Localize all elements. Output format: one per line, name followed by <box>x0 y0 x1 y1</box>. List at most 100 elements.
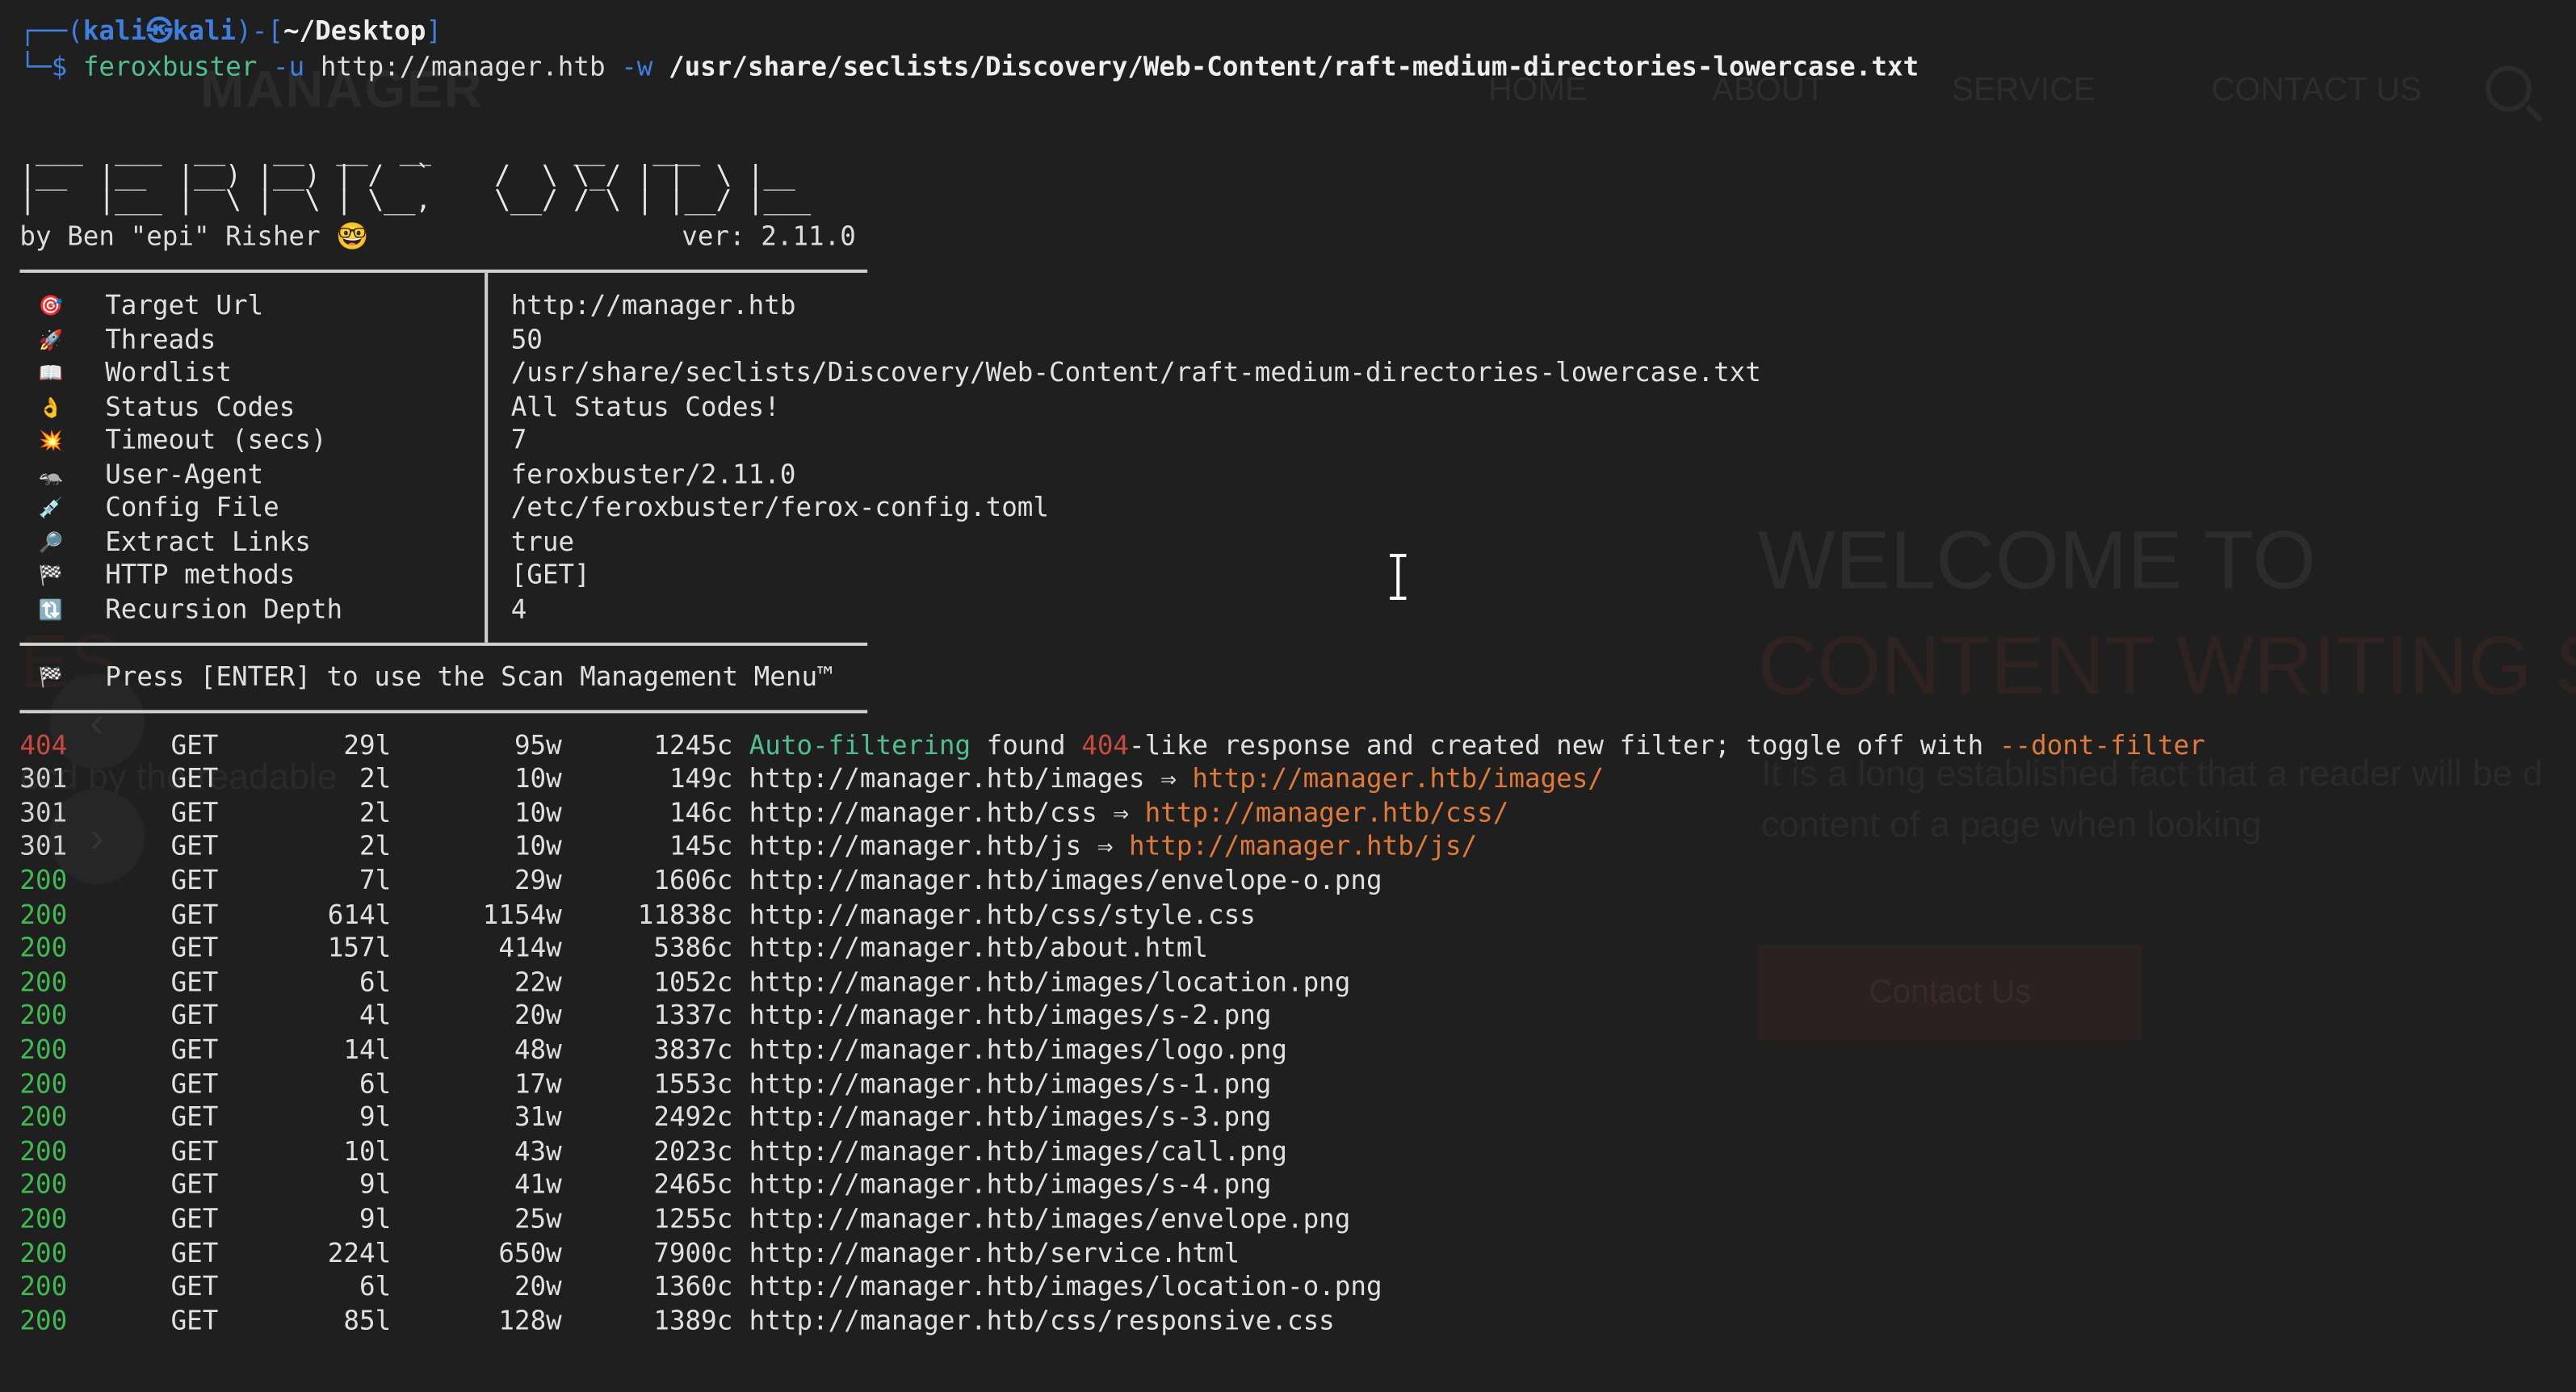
config-label: Extract Links <box>105 525 311 556</box>
config-value: feroxbuster/2.11.0 <box>510 457 796 489</box>
word-count: 10w <box>514 796 562 828</box>
line-count: 9l <box>359 1202 392 1235</box>
result-url-text: http://manager.htb/images/envelope.png <box>749 1202 1351 1235</box>
prompt-bracket: ┌──( <box>19 15 83 46</box>
config-label: Target Url <box>105 289 264 321</box>
result-url: http://manager.htb/images/logo.png <box>749 1034 1287 1067</box>
status-code: 200 <box>19 1202 68 1235</box>
word-count: 17w <box>514 1067 562 1099</box>
char-count: 2492c <box>653 1101 733 1133</box>
config-row: 🦡 User-Agent feroxbuster/2.11.0 <box>0 458 2300 491</box>
line-count: 6l <box>359 1067 392 1099</box>
result-row: 200 GET 85l 128w 1389c http://manager.htb/css… <box>0 1304 2563 1337</box>
line-count: 10l <box>343 1134 392 1167</box>
status-code: 200 <box>19 1236 68 1268</box>
prompt-line: ┌──(kali㉿kali)-[~/Desktop] <box>19 15 442 48</box>
text-cursor-icon <box>1390 553 1407 600</box>
filter-flag: --dont-filter <box>1999 728 2205 761</box>
config-row: 🔃 Recursion Depth 4 <box>0 593 2300 626</box>
result-url-text: http://manager.htb/images/location.png <box>749 966 1351 997</box>
result-row: 301 GET 2l 10w 146c http://manager.htb/css ⇒ … <box>0 797 2563 830</box>
word-count: 25w <box>514 1202 562 1235</box>
config-row: 👌 Status Codes All Status Codes! <box>0 390 2300 423</box>
result-row: 200 GET 224l 650w 7900c http://manager.htb/se… <box>0 1237 2563 1270</box>
char-count: 1245c <box>653 728 733 761</box>
filter-text: found <box>971 728 1082 761</box>
syringe-icon: 💉 <box>38 496 64 520</box>
word-count: 43w <box>514 1134 562 1167</box>
line-count: 614l <box>327 898 392 930</box>
char-count: 146c <box>669 796 733 828</box>
word-count: 29w <box>514 864 562 896</box>
command-line[interactable]: └─$ feroxbuster -u http://manager.htb -w… <box>19 51 1919 85</box>
divider <box>485 272 489 643</box>
book-icon: 📖 <box>38 361 64 385</box>
line-count: 4l <box>359 1000 392 1031</box>
char-count: 1606c <box>653 864 733 896</box>
word-count: 10w <box>514 762 562 795</box>
status-code: 200 <box>19 864 68 896</box>
status-code: 301 <box>19 830 68 862</box>
word-count: 20w <box>514 1270 562 1302</box>
result-url-text: http://manager.htb/images/s-2.png <box>749 1000 1272 1031</box>
recursion-icon: 🔃 <box>38 597 64 621</box>
redirect-target: http://manager.htb/css/ <box>1144 796 1509 828</box>
char-count: 1389c <box>653 1304 733 1336</box>
result-row: 200 GET 9l 25w 1255c http://manager.htb/image… <box>0 1203 2563 1236</box>
target-icon: 🎯 <box>38 294 64 317</box>
result-row: 301 GET 2l 10w 145c http://manager.htb/js ⇒ h… <box>0 830 2563 863</box>
config-row: 💥 Timeout (secs) 7 <box>0 424 2300 457</box>
result-url: http://manager.htb/images/location-o.png <box>749 1271 1382 1305</box>
word-count: 48w <box>514 1034 562 1065</box>
command-wordlist: /usr/share/seclists/Discovery/Web-Conten… <box>669 51 1919 82</box>
prompt-bracket: ] <box>426 15 442 46</box>
config-value: true <box>510 525 575 556</box>
status-code: 301 <box>19 796 68 828</box>
redirect-target: http://manager.htb/images/ <box>1192 762 1604 795</box>
result-url: http://manager.htb/images/s-1.png <box>749 1067 1272 1101</box>
http-method: GET <box>170 1236 219 1268</box>
status-code: 200 <box>19 1168 68 1201</box>
word-count: 41w <box>514 1168 562 1201</box>
result-url: http://manager.htb/service.html <box>749 1237 1240 1271</box>
result-url: http://manager.htb/css/responsive.css <box>749 1304 1335 1338</box>
config-row: 📖 Wordlist/usr/share/seclists/Discovery/W… <box>0 357 2300 390</box>
status-code: 200 <box>19 932 68 963</box>
result-url-text: http://manager.htb/js <box>749 830 1082 862</box>
word-count: 22w <box>514 966 562 997</box>
config-row: 🔎 Extract Links true <box>0 525 2300 558</box>
redirect-arrow: ⇒ <box>1081 830 1130 862</box>
result-url-text: http://manager.htb/css/responsive.css <box>749 1304 1335 1336</box>
line-count: 85l <box>343 1304 392 1336</box>
result-url-text: http://manager.htb/images/logo.png <box>749 1034 1287 1065</box>
result-url: http://manager.htb/images/envelope.png <box>749 1203 1351 1237</box>
status-code: 200 <box>19 1101 68 1133</box>
flag-icon: 🏁 <box>38 564 64 587</box>
config-label: Status Codes <box>105 390 296 422</box>
line-count: 224l <box>327 1236 392 1268</box>
result-url: http://manager.htb/images/s-4.png <box>749 1169 1272 1203</box>
http-method: GET <box>170 1000 219 1031</box>
command-name: feroxbuster <box>82 51 258 82</box>
http-method: GET <box>170 728 219 761</box>
http-method: GET <box>170 830 219 862</box>
result-url-text: http://manager.htb/images/s-1.png <box>749 1067 1272 1099</box>
char-count: 149c <box>669 762 733 795</box>
config-value: http://manager.htb <box>510 289 796 321</box>
word-count: 95w <box>514 728 562 761</box>
line-count: 29l <box>343 728 392 761</box>
result-row: 200 GET 10l 43w 2023c http://manager.htb/imag… <box>0 1135 2563 1168</box>
prompt-dollar: └─$ <box>19 51 68 82</box>
status-code: 200 <box>19 1067 68 1099</box>
word-count: 650w <box>498 1236 562 1268</box>
http-method: GET <box>170 796 219 828</box>
prompt-path: ~/Desktop <box>283 15 426 46</box>
config-label: User-Agent <box>105 457 264 489</box>
status-code: 200 <box>19 1034 68 1065</box>
word-count: 1154w <box>482 898 562 930</box>
terminal[interactable]: ┌──(kali㉿kali)-[~/Desktop] └─$ feroxbust… <box>0 0 2576 1392</box>
screen: MANAGER HOME ABOUT SERVICE CONTACT US WE… <box>0 0 2576 1392</box>
config-label: Threads <box>105 322 216 354</box>
http-method: GET <box>170 1034 219 1065</box>
char-count: 2465c <box>653 1168 733 1201</box>
